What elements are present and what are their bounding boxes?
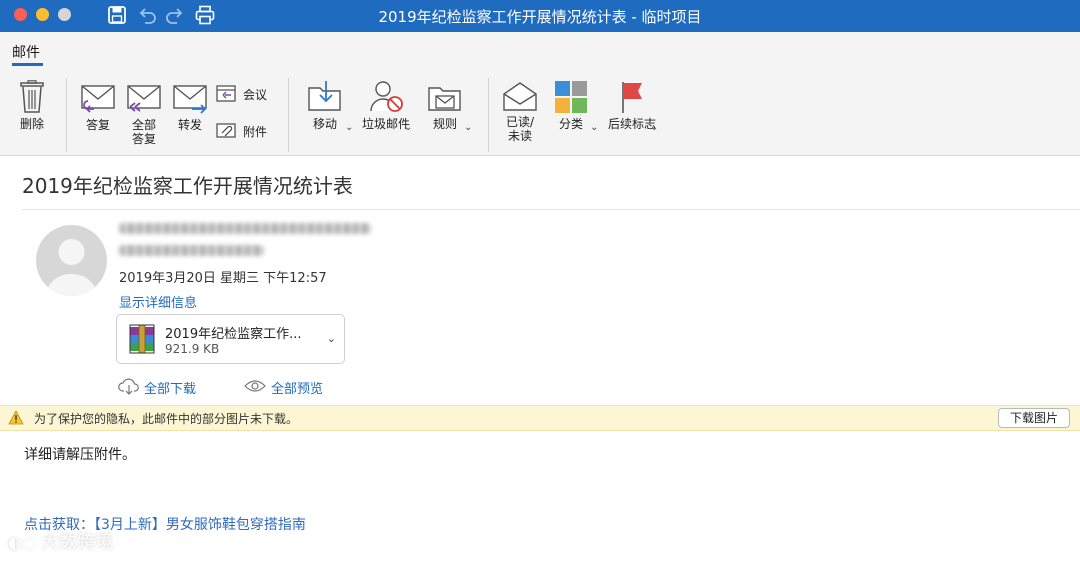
reply-all-button[interactable]: 全部 答复	[124, 83, 164, 146]
sender-redacted	[119, 223, 371, 234]
watermark-logo-icon: ◐◌	[8, 533, 42, 552]
privacy-notice-bar: 为了保护您的隐私，此邮件中的部分图片未下载。 下载图片	[0, 405, 1080, 431]
delete-label: 删除	[19, 117, 44, 131]
attachment-chevron-down-icon[interactable]: ⌄	[327, 332, 336, 345]
message-body: 详细请解压附件。	[24, 447, 136, 463]
junk-chevron-down-icon[interactable]: ⌄	[404, 122, 412, 133]
watermark: ◐◌ 大数跨境	[8, 528, 113, 554]
read-unread-button[interactable]: 已读/ 未读	[498, 80, 542, 143]
window-title: 2019年纪检监察工作开展情况统计表 - 临时项目	[378, 8, 702, 26]
cloud-download-icon	[118, 378, 139, 395]
categorize-button[interactable]: 分类	[548, 80, 594, 131]
privacy-notice-text: 为了保护您的隐私，此邮件中的部分图片未下载。	[34, 412, 299, 426]
rules-chevron-down-icon[interactable]: ⌄	[464, 122, 472, 133]
eye-icon	[244, 380, 266, 392]
reply-all-icon	[127, 85, 161, 112]
ribbon-toolbar: 邮件 删除 答复 全部 答复 转发 会议 附件 移动 ⌄ 垃圾邮件 ⌄ 规则 ⌄…	[0, 32, 1080, 156]
category-tiles-icon	[555, 81, 587, 113]
open-envelope-icon	[503, 82, 537, 111]
meeting-label: 会议	[243, 88, 268, 102]
move-button[interactable]: 移动	[302, 78, 348, 131]
reply-all-label-line1: 全部	[131, 118, 156, 132]
move-chevron-down-icon[interactable]: ⌄	[345, 122, 353, 133]
attachment-label: 附件	[243, 125, 268, 139]
reply-icon	[81, 85, 115, 113]
ribbon-separator	[488, 78, 489, 152]
calendar-reply-icon	[216, 85, 236, 102]
delete-button[interactable]: 删除	[14, 80, 50, 131]
message-date: 2019年3月20日 星期三 下午12:57	[119, 271, 327, 286]
recipient-redacted	[119, 245, 264, 256]
attachment-card[interactable]: 2019年纪检监察工作... 921.9 KB ⌄	[116, 314, 345, 364]
tab-mail[interactable]: 邮件	[12, 42, 40, 62]
tab-active-indicator	[12, 63, 43, 66]
attachment-name: 2019年纪检监察工作...	[165, 327, 302, 342]
show-details-link[interactable]: 显示详细信息	[119, 292, 197, 311]
title-bar: 2019年纪检监察工作开展情况统计表 - 临时项目	[0, 0, 1080, 32]
rules-label: 规则	[432, 117, 457, 131]
categorize-chevron-down-icon[interactable]: ⌄	[590, 122, 598, 133]
ribbon-separator	[288, 78, 289, 152]
rules-icon	[428, 87, 461, 111]
attachment-size: 921.9 KB	[165, 342, 220, 356]
reply-button[interactable]: 答复	[78, 83, 118, 132]
forward-icon	[173, 85, 207, 114]
forward-button[interactable]: 转发	[170, 83, 210, 132]
watermark-text: 大数跨境	[41, 532, 114, 553]
follow-up-chevron-down-icon[interactable]: ⌄	[650, 122, 658, 133]
person-icon	[46, 239, 97, 296]
move-folder-icon	[308, 81, 341, 111]
flag-icon	[622, 82, 642, 113]
reply-label: 答复	[85, 118, 110, 132]
forward-label: 转发	[177, 118, 202, 132]
warning-icon	[8, 410, 24, 425]
header-divider	[22, 209, 1080, 210]
archive-file-icon	[129, 324, 155, 354]
reply-all-label-line2: 答复	[131, 132, 156, 146]
message-subject: 2019年纪检监察工作开展情况统计表	[22, 174, 353, 198]
read-unread-label-line1: 已读/	[505, 115, 535, 129]
move-label: 移动	[312, 117, 337, 131]
download-all-label: 全部下载	[144, 382, 197, 397]
preview-all-label: 全部预览	[271, 382, 324, 397]
trash-icon	[20, 80, 44, 113]
download-images-button[interactable]: 下载图片	[998, 408, 1070, 428]
read-unread-label-line2: 未读	[507, 129, 532, 143]
categorize-label: 分类	[558, 117, 583, 131]
rules-button[interactable]: 规则	[420, 78, 470, 131]
ribbon-separator	[66, 78, 67, 152]
sender-avatar	[36, 225, 107, 296]
junk-icon	[370, 81, 403, 112]
attachment-icon	[216, 123, 236, 138]
